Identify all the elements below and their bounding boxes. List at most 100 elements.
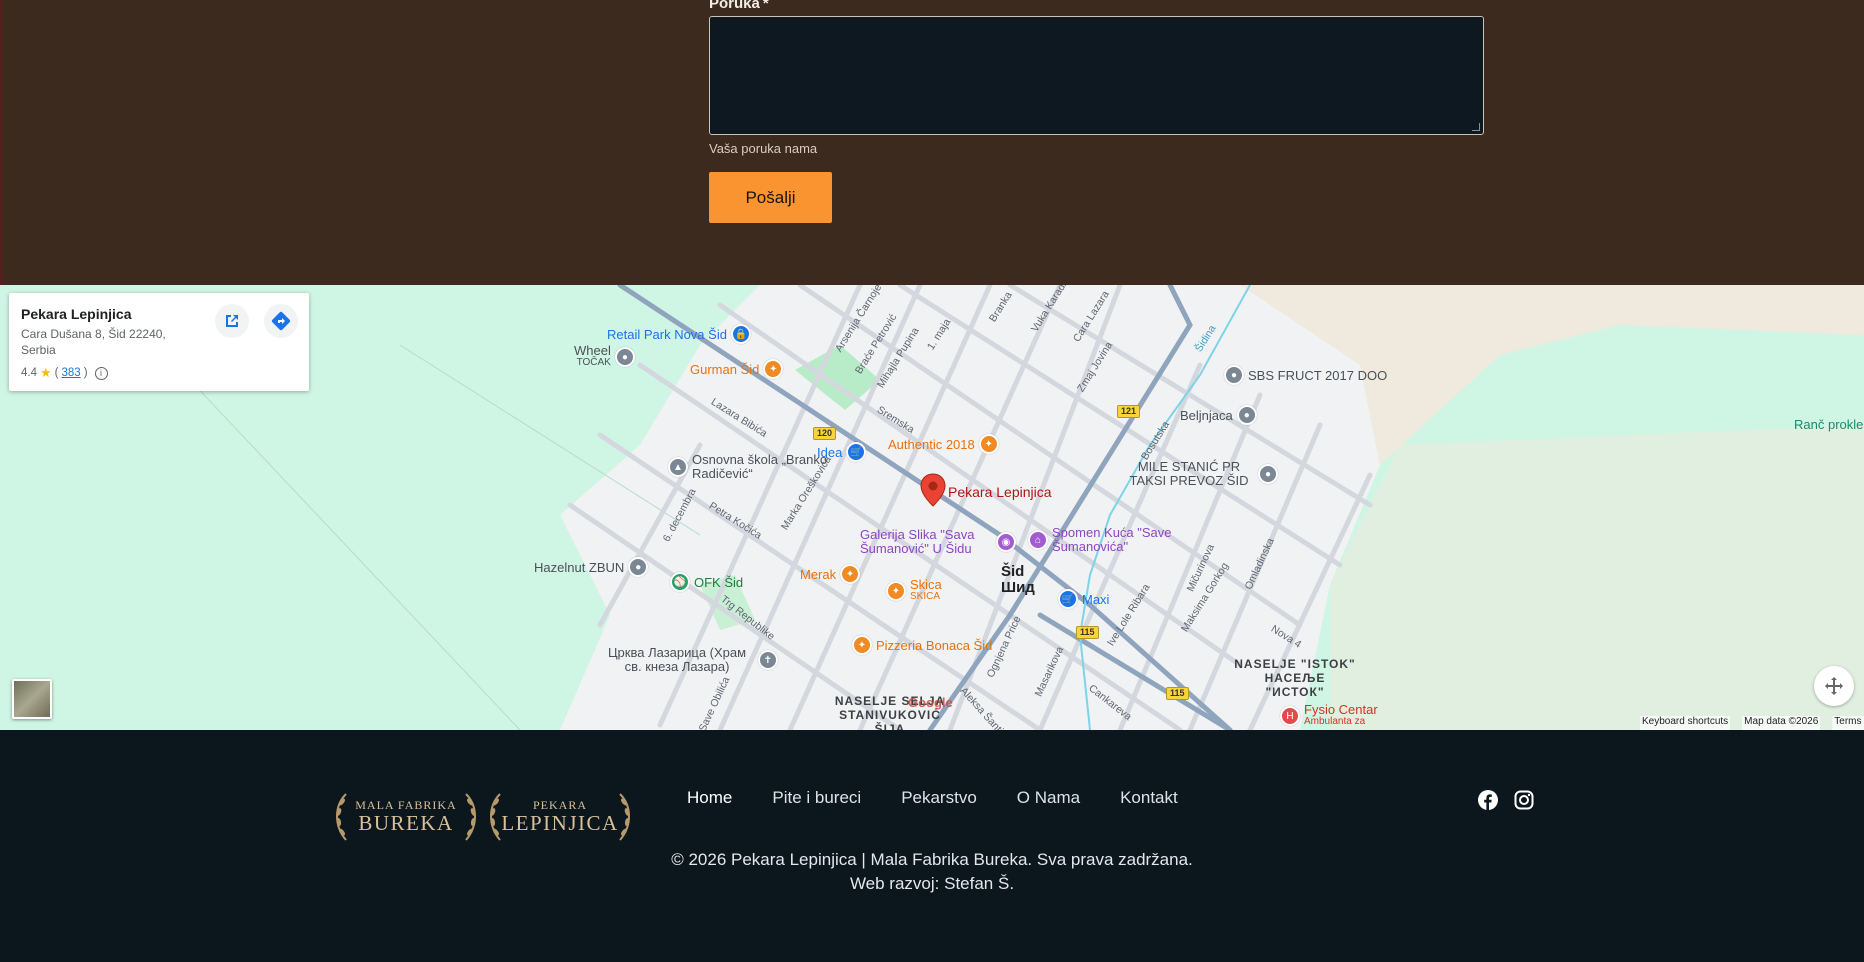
poi-label: Gurman Šid [690,361,760,377]
poi-sublabel: SKICA [910,591,941,602]
logo-pekara-lepinjica: PEKARA LEPINJICA [486,788,634,844]
poi-crkva-lazarica[interactable]: Црква Лазарица (Храм св. кнеза Лазара) ✝ [600,646,778,674]
message-label: Poruka * [709,0,769,12]
road-number-badge: 115 [1166,687,1189,700]
reviews-paren-open: ( [54,367,59,379]
poi-retail-park[interactable]: Retail Park Nova Šid 🔒 [607,324,751,344]
google-map[interactable]: Arsenija Čarnojevića Braće Petrović Miha… [0,285,1864,730]
copyright-line: © 2026 Pekara Lepinjica | Mala Fabrika B… [671,850,1193,869]
poi-skica[interactable]: ✦ Skica SKICA [886,577,942,603]
town-label: Šid Шид [1001,563,1035,596]
keyboard-shortcuts-link[interactable]: Keyboard shortcuts [1640,716,1731,730]
place-info-card: Pekara Lepinjica Cara Dušana 8, Šid 2224… [9,293,309,391]
poi-sublabel: Ambulanta za [1304,716,1366,727]
poi-mile-stanic[interactable]: MILE STANIĆ PR TAKSI PREVOZ ŠID ● [1124,460,1278,488]
poi-wheel[interactable]: Wheel TOČAK ● [574,344,635,369]
footer-nav: Home Pite i bureci Pekarstvo O Nama Kont… [687,788,1178,808]
message-textarea[interactable] [709,16,1484,135]
poi-label: Osnovna škola „Branko Radičević“ [692,452,828,481]
resize-handle[interactable] [1472,123,1480,131]
cart-icon: 🛒 [1058,589,1078,609]
poi-authentic-2018[interactable]: Authentic 2018 ✦ [888,434,999,454]
poi-hazelnut-zbun[interactable]: Hazelnut ZBUN ● [534,557,649,577]
info-icon[interactable]: i [94,366,108,380]
poi-sbs-fruct[interactable]: ● SBS FRUCT 2017 DOO [1224,365,1387,385]
hospital-icon: H [1280,706,1300,726]
open-in-maps-button[interactable] [215,304,249,338]
map-layer-toggle[interactable] [12,679,52,719]
shopping-icon: 🔒 [730,324,751,344]
directions-button[interactable] [264,304,298,338]
send-button[interactable]: Pošalji [709,172,832,223]
nav-link-pite-i-bureci[interactable]: Pite i bureci [772,788,861,808]
reviews-link[interactable]: 383 [62,367,81,379]
fullscreen-icon [1825,677,1843,695]
poi-fysio-centar[interactable]: H Fysio Centar Ambulanta za [1280,702,1378,728]
facebook-icon[interactable] [1477,789,1499,811]
poi-label: Authentic 2018 [888,436,975,452]
poi-maxi[interactable]: 🛒 Maxi [1058,589,1109,609]
cart-icon: 🛒 [846,442,867,462]
poi-label: Skica [910,577,942,592]
nav-link-o-nama[interactable]: O Nama [1017,788,1080,808]
poi-sublabel: TOČAK [576,357,611,368]
fullscreen-button[interactable] [1814,666,1854,706]
wreath-icon [490,793,630,841]
restaurant-icon: ✦ [886,581,906,601]
place-address: Cara Dušana 8, Šid 22240, Serbia [21,327,166,357]
site-footer: MALA FABRIKA BUREKA PEKARA LEPINJICA Hom… [0,730,1864,962]
place-icon: ● [1236,405,1257,425]
poi-ranc[interactable]: Ranč prokle [1794,418,1863,431]
poi-label: MILE STANIĆ PR TAKSI PREVOZ ŠID [1129,459,1249,488]
terms-link[interactable]: Terms [1832,716,1864,730]
poi-label: Spomen Kuća "Save Šumanovića" [1052,525,1172,554]
restaurant-icon: ✦ [840,564,861,584]
restaurant-icon: ✦ [978,434,999,454]
poi-label: Fysio Centar [1304,702,1378,717]
poi-ofk-sid[interactable]: ⚾ OFK Šid [670,572,743,592]
poi-gurman[interactable]: Gurman Šid ✦ [690,359,784,379]
brand-logo[interactable]: MALA FABRIKA BUREKA PEKARA LEPINJICA [332,788,634,844]
directions-icon [271,311,291,331]
location-marker-icon[interactable] [920,473,946,507]
poi-label: SBS FRUCT 2017 DOO [1248,367,1388,383]
poi-label: Maxi [1082,591,1110,607]
instagram-icon[interactable] [1513,789,1535,811]
wreath-icon [336,793,476,841]
place-rating: 4.4 ★ (383) i [21,365,108,381]
road-number-badge: 121 [1117,405,1141,418]
reviews-paren-close: ) [83,367,88,379]
poi-merak[interactable]: Merak ✦ [800,564,861,584]
poi-label: Црква Лазарица (Храм св. кнеза Лазара) [607,645,747,674]
place-icon: ● [1224,365,1244,385]
district-label-istok: NASELJE "ISTOK" НАСЕЉЕ "ИСТОК" [1234,657,1356,699]
map-data-label: Map data ©2026 [1742,716,1821,730]
open-external-icon [226,315,238,327]
poi-label: OFK Šid [694,574,744,590]
place-name: Pekara Lepinjica [21,306,132,322]
place-icon: ● [628,557,649,577]
place-icon: ● [614,347,635,367]
marker-label: Pekara Lepinjica [948,484,1052,500]
poi-beljnjaca[interactable]: Beljnjaca ● [1180,405,1257,425]
poi-spomen-kuca[interactable]: ⌂ Spomen Kuća "Save Šumanovića" [1028,526,1192,554]
poi-osnovna-skola[interactable]: ▲ Osnovna škola „Branko Radičević“ [668,453,832,481]
message-label-text: Poruka [709,0,760,12]
nav-link-pekarstvo[interactable]: Pekarstvo [901,788,977,808]
poi-galerija-slika[interactable]: Galerija Slika "Sava Šumanović" U Šidu ◉ [860,528,1016,556]
poi-label: Pizzeria Bonaca Šid [876,637,993,653]
museum-icon: ⌂ [1028,530,1048,550]
poi-label: Ranč prokle [1794,417,1864,432]
school-icon: ▲ [668,457,688,477]
poi-pizzeria-bonaca[interactable]: ✦ Pizzeria Bonaca Šid [852,635,992,655]
poi-label: Galerija Slika "Sava Šumanović" U Šidu [860,527,975,556]
road-number-badge: 120 [813,427,837,440]
place-icon: ● [1258,464,1278,484]
restaurant-icon: ✦ [763,359,784,379]
poi-label: Beljnjaca [1180,407,1233,423]
poi-label: Merak [800,566,837,582]
poi-label: Retail Park Nova Šid [607,326,727,342]
nav-link-home[interactable]: Home [687,788,732,808]
nav-link-kontakt[interactable]: Kontakt [1120,788,1178,808]
map-attribution: Keyboard shortcuts Map data ©2026 Terms [1640,716,1864,730]
